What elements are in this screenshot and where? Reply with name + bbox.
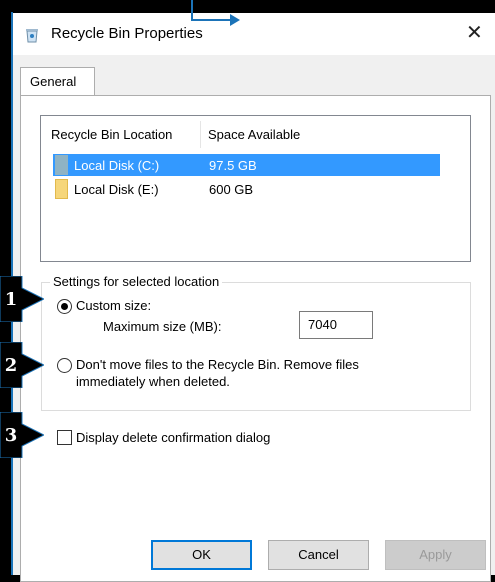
table-row-location[interactable]: Local Disk (E:) <box>74 182 159 197</box>
column-header-space[interactable]: Space Available <box>208 127 300 142</box>
annotation-badge-number: 1 <box>4 289 18 310</box>
drive-list[interactable]: Recycle Bin Location Space Available Loc… <box>40 115 471 262</box>
no-recycle-radio[interactable] <box>57 358 72 373</box>
annotation-badge-number: 2 <box>4 355 18 376</box>
window-title: Recycle Bin Properties <box>51 25 203 42</box>
recycle-bin-icon <box>26 29 38 43</box>
custom-size-radio[interactable] <box>57 299 72 314</box>
drive-c-icon <box>55 155 68 175</box>
table-row-location[interactable]: Local Disk (C:) <box>74 158 159 173</box>
annotation-badge-1: 1 <box>0 276 44 322</box>
confirm-dialog-checkbox[interactable] <box>57 430 72 445</box>
custom-size-label[interactable]: Custom size: <box>76 298 151 313</box>
table-row-space[interactable]: 97.5 GB <box>209 158 257 173</box>
annotation-badge-2: 2 <box>0 342 44 388</box>
column-header-location[interactable]: Recycle Bin Location <box>51 127 172 142</box>
cancel-button[interactable]: Cancel <box>268 540 369 570</box>
apply-button[interactable]: Apply <box>385 540 486 570</box>
annotation-arrow-icon <box>191 0 240 26</box>
annotation-badge-3: 3 <box>0 412 44 458</box>
ok-button[interactable]: OK <box>151 540 252 570</box>
close-icon[interactable]: ✕ <box>466 20 483 45</box>
annotation-badge-number: 3 <box>4 425 18 446</box>
no-recycle-label-line2[interactable]: immediately when deleted. <box>76 374 230 389</box>
column-separator[interactable] <box>200 121 201 148</box>
no-recycle-label-line1[interactable]: Don't move files to the Recycle Bin. Rem… <box>76 357 359 372</box>
tab-general[interactable]: General <box>20 67 95 96</box>
max-size-input[interactable]: 7040 <box>299 311 373 339</box>
settings-group-label: Settings for selected location <box>50 274 223 289</box>
table-row-space[interactable]: 600 GB <box>209 182 253 197</box>
tab-general-label: General <box>30 74 77 89</box>
drive-e-icon <box>55 179 68 199</box>
confirm-dialog-label[interactable]: Display delete confirmation dialog <box>76 430 270 445</box>
max-size-label: Maximum size (MB): <box>103 319 222 334</box>
